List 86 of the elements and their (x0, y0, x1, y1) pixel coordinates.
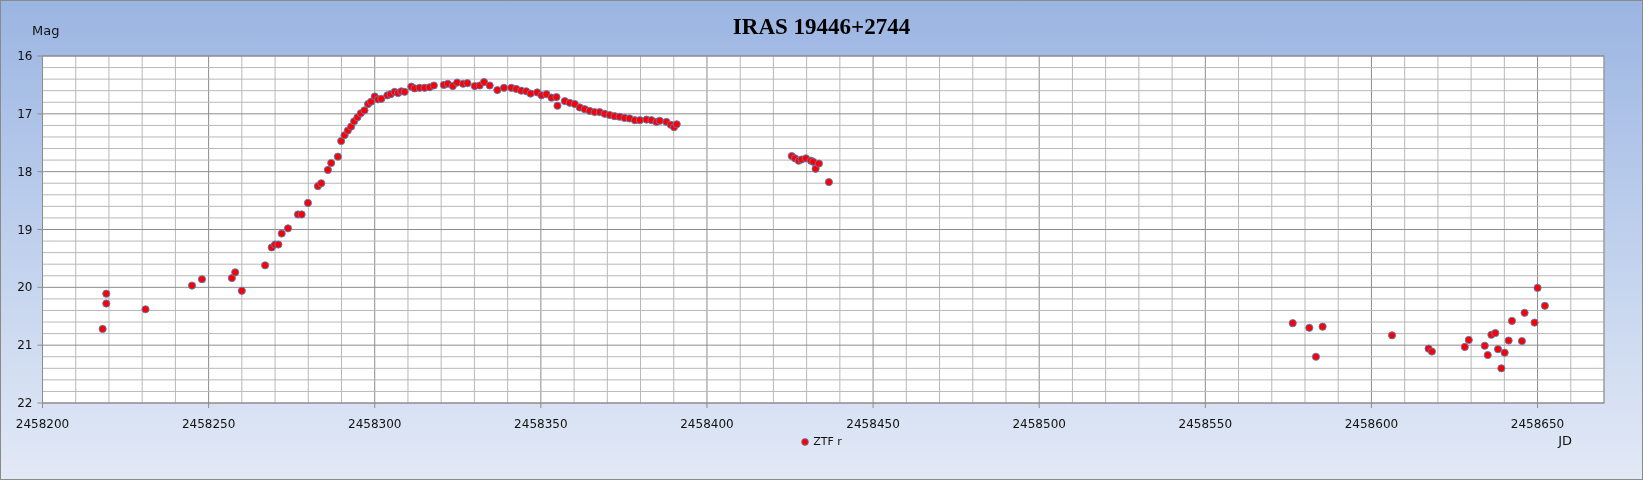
data-point (141, 305, 150, 314)
data-point (1497, 364, 1506, 373)
data-point (635, 116, 644, 125)
data-point (1507, 316, 1516, 325)
data-point (1483, 350, 1492, 360)
data-point (570, 99, 579, 109)
tick-label: 2458350 (514, 417, 568, 431)
data-point (552, 93, 561, 102)
tick-label: 2458650 (1510, 417, 1565, 431)
tick-label: 19 (17, 222, 33, 237)
data-point (824, 178, 833, 187)
data-point (1491, 328, 1500, 338)
tick-label: 2458200 (15, 417, 70, 431)
data-point (814, 159, 823, 168)
tick-label: 18 (17, 164, 33, 179)
data-point (1388, 331, 1397, 340)
data-point (102, 289, 111, 298)
axis-label: Mag (32, 23, 60, 38)
data-point (655, 116, 664, 125)
tick-label: 21 (17, 338, 33, 353)
data-point (337, 136, 346, 146)
data-point (493, 86, 502, 95)
data-point (485, 81, 494, 90)
data-point (1530, 318, 1539, 327)
data-point (1480, 341, 1489, 350)
data-point (526, 89, 535, 98)
data-point (227, 274, 236, 283)
tick-label: 2458500 (1012, 417, 1066, 431)
tick-label: 2458600 (1344, 417, 1399, 431)
data-point (197, 275, 206, 284)
tick-label: 2458550 (1178, 417, 1233, 431)
data-point (1305, 323, 1314, 332)
data-point (323, 165, 332, 174)
data-point (377, 94, 386, 103)
data-point (187, 281, 197, 290)
tick-label: 2458250 (181, 417, 236, 431)
data-point (1533, 283, 1542, 292)
data-point (274, 240, 283, 249)
chart-title: IRAS 19446+2744 (732, 14, 911, 40)
data-point (400, 87, 409, 96)
data-point (1493, 345, 1503, 354)
data-point (360, 106, 369, 115)
data-point (1464, 335, 1473, 344)
axis-label: JD (1558, 433, 1572, 448)
data-point (453, 78, 462, 87)
data-point (811, 164, 820, 173)
data-point (1318, 322, 1327, 331)
tick-label: 20 (17, 280, 33, 295)
data-point (542, 90, 551, 99)
data-point (1311, 352, 1320, 361)
legend-label: ZTF r (813, 435, 842, 448)
data-point (303, 198, 312, 207)
data-point (672, 120, 681, 129)
data-point (283, 224, 293, 233)
data-point (1504, 336, 1513, 345)
data-point (1460, 342, 1469, 351)
data-point (231, 268, 240, 277)
data-point (553, 101, 562, 110)
data-point (237, 286, 246, 295)
data-point (480, 78, 489, 87)
data-point (297, 210, 306, 219)
data-point (1288, 319, 1297, 328)
data-point (98, 324, 107, 333)
data-point (277, 229, 286, 238)
tick-label: 2458300 (348, 417, 402, 431)
tick-label: 2458450 (846, 417, 900, 431)
data-point (463, 79, 472, 88)
tick-label: 16 (17, 49, 33, 63)
data-point (102, 299, 111, 308)
data-point (347, 122, 356, 131)
data-point (327, 158, 336, 168)
data-point (261, 261, 270, 270)
tick-label: 2458400 (680, 417, 734, 431)
data-point (625, 114, 634, 123)
data-point (1427, 347, 1436, 356)
data-point (333, 152, 342, 161)
data-point (367, 97, 376, 106)
data-point (1500, 348, 1509, 357)
data-point (1540, 301, 1549, 310)
data-point (1520, 308, 1529, 317)
data-point (317, 179, 326, 188)
data-point (1517, 337, 1526, 346)
data-point (499, 83, 508, 92)
data-point (429, 81, 438, 90)
tick-label: 22 (17, 396, 33, 410)
tick-label: 17 (17, 106, 33, 121)
